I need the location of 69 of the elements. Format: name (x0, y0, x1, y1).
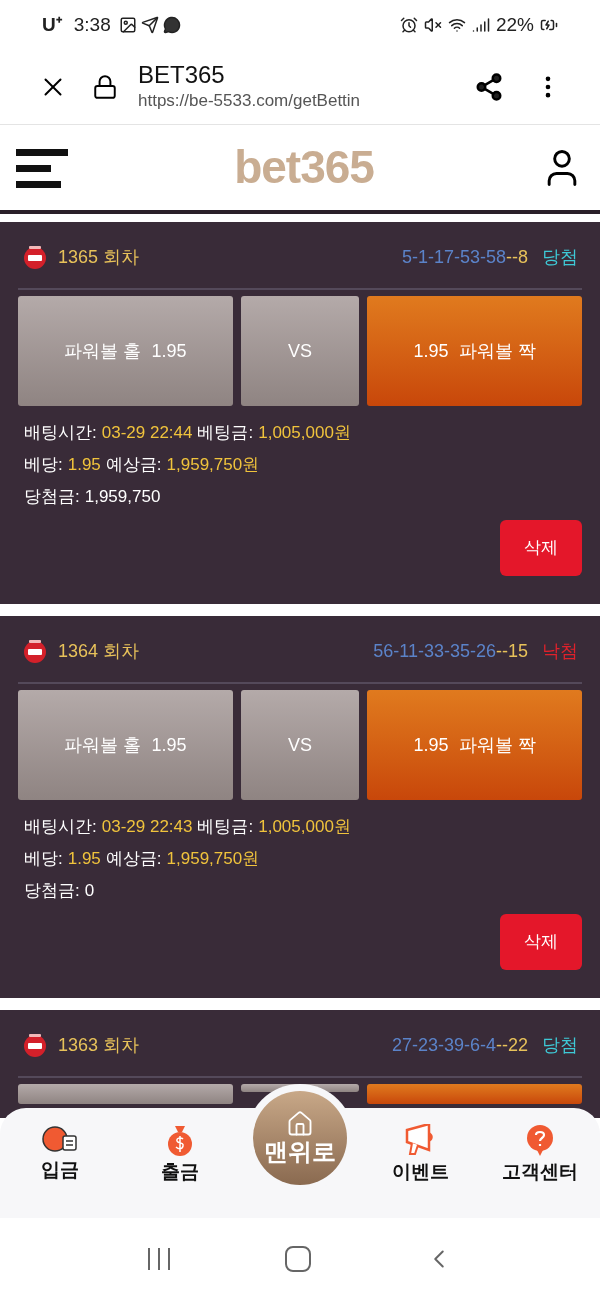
money-bag-icon (165, 1124, 195, 1156)
clock: 3:38 (73, 12, 111, 37)
lock-icon (92, 74, 118, 100)
powerball-number: --15 (496, 639, 528, 663)
nav-item[interactable]: 이벤트 (360, 1124, 480, 1187)
alarm-icon (399, 16, 418, 34)
signal-icon (471, 16, 490, 34)
pick-button[interactable]: 파워볼 홀 1.95 (18, 690, 233, 800)
mute-icon (423, 16, 442, 34)
round-label: 1363 회차 (58, 1033, 140, 1057)
info-label: 베당: (24, 848, 63, 870)
share-icon[interactable] (474, 72, 504, 102)
info-label: 당첨금: (24, 486, 80, 508)
ball-icon (22, 638, 48, 664)
info-label: 예상금: (105, 454, 162, 476)
nav-item[interactable]: 출금 (120, 1124, 240, 1187)
pick-button[interactable]: 파워볼 홀 1.95 (18, 296, 233, 406)
result-status: 낙첨 (542, 639, 578, 663)
wifi-icon (447, 16, 466, 34)
info-label: 베당: (24, 454, 63, 476)
help-icon (525, 1124, 555, 1156)
info-label: 1,959,750 (84, 486, 161, 508)
info-label: 베팅금: (197, 422, 254, 444)
info-label: 예상금: (105, 848, 162, 870)
info-value: 1,005,000원 (258, 816, 351, 838)
nav-item[interactable]: 입금 (0, 1124, 120, 1185)
battery-level: 22% (495, 12, 534, 37)
coin-icon (41, 1124, 79, 1154)
info-value: 1,005,000원 (258, 422, 351, 444)
menu-icon[interactable] (16, 146, 68, 189)
info-label: 0 (84, 880, 95, 902)
pick-button[interactable]: 1.95 파워볼 짝 (367, 690, 582, 800)
logo[interactable]: bet365 (234, 133, 374, 202)
result-numbers: 27-23-39-6-4 (391, 1033, 496, 1057)
delete-button[interactable]: 삭제 (500, 914, 582, 970)
home-button-icon[interactable] (285, 1246, 311, 1272)
pick-button[interactable]: 1.95 파워볼 짝 (367, 296, 582, 406)
nav-item[interactable]: 고객센터 (480, 1124, 600, 1187)
info-label: 배팅시간: (24, 816, 97, 838)
result-numbers: 56-11-33-35-26 (373, 639, 496, 663)
info-value: 1.95 (67, 848, 101, 870)
info-label: 베팅금: (197, 816, 254, 838)
powerball-number: --22 (496, 1033, 528, 1057)
page-title: BET365 (138, 61, 226, 89)
ball-icon (22, 1032, 48, 1058)
info-value: 1.95 (67, 454, 101, 476)
home-icon (286, 1110, 314, 1138)
paper-plane-icon (140, 16, 159, 34)
round-label: 1364 회차 (58, 639, 140, 663)
result-numbers: 5-1-17-53-58 (401, 245, 506, 269)
info-value: 03-29 22:44 (101, 422, 193, 444)
info-label: 당첨금: (24, 880, 80, 902)
delete-button[interactable]: 삭제 (500, 520, 582, 576)
carrier-label: U⁺ (42, 12, 62, 37)
result-status: 당첨 (542, 1033, 578, 1057)
info-label: 배팅시간: (24, 422, 97, 444)
info-value: 03-29 22:43 (101, 816, 193, 838)
info-value: 1,959,750원 (166, 454, 260, 476)
chat-icon (162, 16, 181, 34)
result-status: 당첨 (542, 245, 578, 269)
info-value: 1,959,750원 (166, 848, 260, 870)
pick-button[interactable]: VS (241, 690, 359, 800)
url-text: https://be-5533.com/getBettin (138, 90, 362, 112)
recent-apps-icon[interactable] (146, 1247, 173, 1271)
pick-button[interactable]: VS (241, 296, 359, 406)
ball-icon (22, 244, 48, 270)
round-label: 1365 회차 (58, 245, 140, 269)
gallery-icon (118, 16, 137, 34)
powerball-number: --8 (506, 245, 528, 269)
